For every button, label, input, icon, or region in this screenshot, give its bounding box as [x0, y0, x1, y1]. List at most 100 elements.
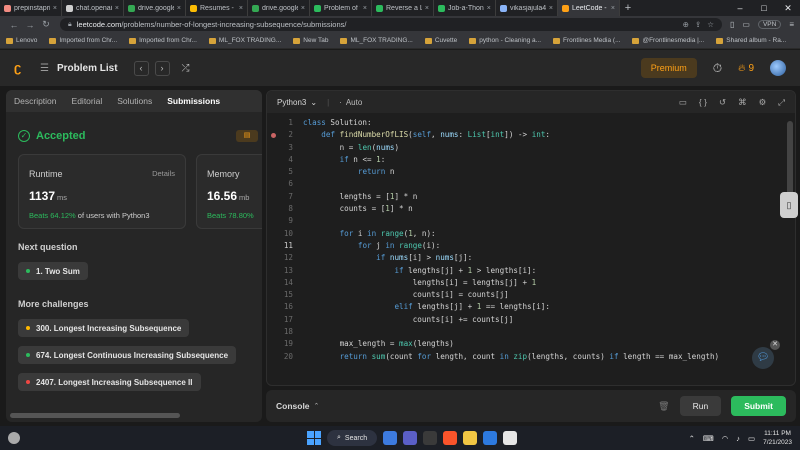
browser-tab[interactable]: Reverse a Linked×	[372, 0, 434, 16]
close-tab-icon[interactable]: ×	[363, 5, 367, 12]
close-tab-icon[interactable]: ×	[549, 5, 553, 12]
runtime-card[interactable]: Runtime Details 1137 ms Beats 64.12% of u…	[18, 154, 186, 229]
code-line[interactable]: 2 def findNumberOfLIS(self, nums: List[i…	[267, 129, 787, 141]
bookmark-item[interactable]: New Tab	[293, 37, 328, 44]
language-select[interactable]: Python3 ⌄	[277, 98, 317, 107]
code-line[interactable]: 4 if n <= 1:	[267, 154, 787, 166]
taskbar-search[interactable]: ⌕ Search	[327, 430, 378, 446]
code-line[interactable]: 1 class Solution:	[267, 117, 787, 129]
windows-start-icon[interactable]	[307, 431, 321, 445]
wifi-icon[interactable]: ◠	[722, 434, 729, 443]
browser-tab[interactable]: drive.google.com×	[124, 0, 186, 16]
tab-description[interactable]: Description	[14, 96, 57, 106]
file-explorer-icon[interactable]	[383, 431, 398, 445]
browser-tab[interactable]: Job-a-Thon ×	[434, 0, 496, 16]
keyboard-icon[interactable]: ⌨	[703, 434, 714, 443]
bookmark-item[interactable]: ML_FOX TRADING...	[340, 37, 413, 44]
volume-icon[interactable]: ♪	[736, 434, 740, 443]
browser-tab[interactable]: vikasjajula432 -×	[496, 0, 558, 16]
bookmark-item[interactable]: Imported from Chr...	[129, 37, 197, 44]
format-code-icon[interactable]: { }	[699, 97, 707, 108]
close-feedback-icon[interactable]: ✕	[770, 340, 780, 350]
trash-icon[interactable]: 🗑︎	[658, 401, 669, 412]
premium-button[interactable]: Premium	[640, 58, 697, 78]
details-link[interactable]: Details	[152, 169, 175, 178]
browser-tab[interactable]: LeetCode - T×	[558, 0, 620, 16]
settings-gear-icon[interactable]: ⚙	[759, 97, 767, 108]
code-line[interactable]: 6	[267, 178, 787, 190]
wallet-icon[interactable]: ▭	[742, 20, 750, 29]
console-toggle[interactable]: Console	[276, 401, 310, 411]
code-line[interactable]: 11 for j in range(i):	[267, 240, 787, 252]
minimize-icon[interactable]: –	[728, 0, 752, 16]
code-area[interactable]: 1 class Solution: 2 def findNumberOfLIS(se…	[267, 117, 787, 363]
browser-tab[interactable]: prepinstaprime.×	[0, 0, 62, 16]
problem-list-icon[interactable]: ☰	[40, 63, 49, 74]
code-line[interactable]: 12 if nums[i] > nums[j]:	[267, 252, 787, 264]
bookmark-item[interactable]: Imported from Chr...	[49, 37, 117, 44]
vpn-button[interactable]: VPN	[757, 20, 782, 29]
auto-mode[interactable]: · Auto	[339, 98, 362, 107]
bookmark-item[interactable]: Lenovo	[6, 37, 37, 44]
code-line[interactable]: 10 for i in range(1, n):	[267, 228, 787, 240]
weather-icon[interactable]	[8, 432, 20, 444]
code-line[interactable]: 5 return n	[267, 166, 787, 178]
task-view-icon[interactable]	[423, 431, 438, 445]
battery-icon[interactable]: ▭	[748, 434, 755, 443]
prev-problem-icon[interactable]: ‹	[133, 60, 149, 76]
bookmark-icon[interactable]: ▭	[679, 97, 687, 108]
streak-counter[interactable]: 🔥︎ 9	[738, 63, 754, 74]
run-button[interactable]: Run	[679, 396, 722, 416]
notes-icon[interactable]: ▤	[236, 130, 258, 142]
horizontal-scrollbar[interactable]	[10, 413, 180, 418]
close-tab-icon[interactable]: ×	[301, 5, 305, 12]
code-line[interactable]: 15 counts[i] = counts[j]	[267, 289, 787, 301]
side-panel-tab[interactable]: ▯	[780, 192, 798, 218]
new-tab-button[interactable]: +	[620, 0, 636, 16]
close-tab-icon[interactable]: ×	[177, 5, 181, 12]
store-icon[interactable]	[483, 431, 498, 445]
code-line[interactable]: 17 counts[i] += counts[j]	[267, 314, 787, 326]
close-tab-icon[interactable]: ×	[425, 5, 429, 12]
tab-submissions[interactable]: Submissions	[167, 96, 220, 106]
next-problem-icon[interactable]: ›	[154, 60, 170, 76]
bookmark-item[interactable]: Cuvette	[424, 37, 457, 44]
close-tab-icon[interactable]: ×	[239, 5, 243, 12]
code-line[interactable]: 16 elif lengths[j] + 1 == lengths[i]:	[267, 301, 787, 313]
browser-tab[interactable]: Problem of the D×	[310, 0, 372, 16]
teams-icon[interactable]	[403, 431, 418, 445]
bookmark-item[interactable]: ML_FOX TRADING...	[208, 37, 281, 44]
browser-tab[interactable]: Resumes - Googl×	[186, 0, 248, 16]
shuffle-icon[interactable]: ⤮	[182, 63, 190, 74]
tab-solutions[interactable]: Solutions	[117, 96, 152, 106]
problem-list-link[interactable]: Problem List	[57, 63, 118, 74]
reset-icon[interactable]: ↺	[719, 97, 726, 108]
code-line[interactable]: 19 max_length = max(lengths)	[267, 338, 787, 350]
memory-card[interactable]: Memory 16.56 mb Beats 78.80%	[196, 154, 262, 229]
close-tab-icon[interactable]: ×	[115, 5, 119, 12]
bookmark-item[interactable]: Frontlines Media (...	[553, 37, 620, 44]
fullscreen-icon[interactable]: ⤢	[778, 97, 785, 108]
leetcode-logo-icon[interactable]: ʗ	[14, 60, 30, 76]
close-tab-icon[interactable]: ×	[487, 5, 491, 12]
submit-button[interactable]: Submit	[731, 396, 786, 416]
timer-icon[interactable]: ⏱	[713, 61, 722, 76]
avatar[interactable]	[770, 60, 786, 76]
share-icon[interactable]: ⇪	[695, 20, 701, 29]
reload-icon[interactable]: ↻	[38, 19, 54, 30]
chevron-up-icon[interactable]: ⌃	[314, 402, 320, 410]
chevron-up-tray-icon[interactable]: ⌃	[689, 434, 695, 443]
close-window-icon[interactable]: ✕	[776, 0, 800, 16]
challenge-chip[interactable]: 674. Longest Continuous Increasing Subse…	[18, 346, 237, 364]
close-tab-icon[interactable]: ×	[611, 5, 615, 12]
tab-editorial[interactable]: Editorial	[72, 96, 103, 106]
code-line[interactable]: 8 counts = [1] * n	[267, 203, 787, 215]
back-icon[interactable]: ←	[6, 20, 22, 30]
code-line[interactable]: 3 n = len(nums)	[267, 142, 787, 154]
bookmark-item[interactable]: @Frontlinesmedia |...	[632, 37, 704, 44]
code-line[interactable]: 20 return sum(count for length, count in…	[267, 351, 787, 363]
bookmark-item[interactable]: Shared album - Ra...	[716, 37, 786, 44]
close-tab-icon[interactable]: ×	[53, 5, 57, 12]
clock[interactable]: 11:11 PM 7/21/2023	[763, 429, 792, 447]
code-line[interactable]: 14 lengths[i] = lengths[j] + 1	[267, 277, 787, 289]
